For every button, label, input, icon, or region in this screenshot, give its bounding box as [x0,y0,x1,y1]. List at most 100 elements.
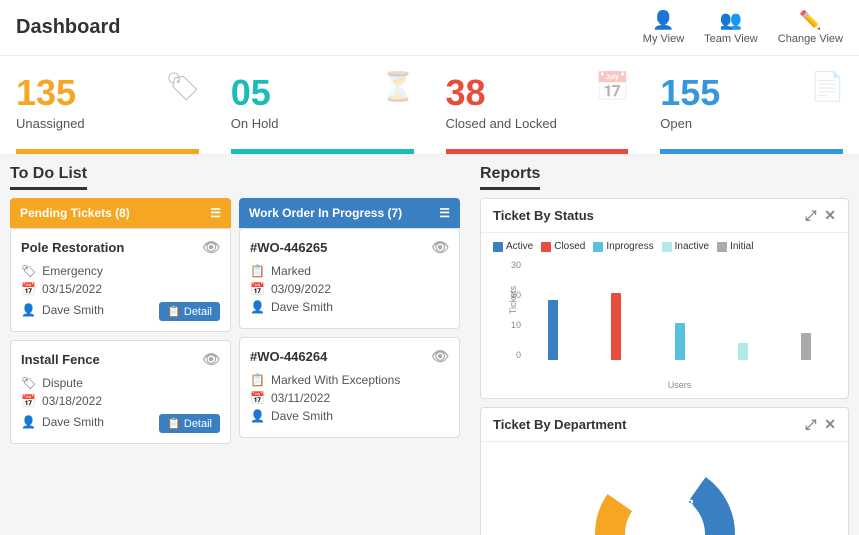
hourglass-icon: ⏳ [381,70,416,103]
bar-group-4 [713,343,772,360]
bar-inactive-4 [738,343,748,360]
donut-label-2: 2 [633,506,641,522]
bar-group-1 [523,300,582,360]
open-bar [660,149,843,154]
stat-on-hold: ⏳ 05 On Hold [215,56,430,154]
detail-button-1[interactable]: 📋 Detail [159,302,220,321]
bar-chart-container: 30 20 10 0 Tickets [493,260,836,390]
wo-date-1: 📅 03/09/2022 [250,282,449,296]
reports-panel: Reports Ticket By Status ⤢ ✕ Active [470,155,859,535]
chart-dept-controls: ⤢ ✕ [805,416,836,433]
user-icon-1: 👤 [21,303,36,317]
ticket-type-2: 🏷 Dispute [21,376,220,390]
bar-group-5 [777,333,836,360]
chart-status-controls: ⤢ ✕ [805,207,836,224]
bar-chart-area: 30 20 10 0 Tickets [493,260,836,380]
main-content: To Do List Pending Tickets (8) ☰ Pole Re… [0,155,859,535]
wo-status-1: 📋 Marked [250,264,449,278]
tag-icon-1: 🏷 [21,264,36,278]
chart-status-header: Ticket By Status ⤢ ✕ [481,199,848,233]
wo-assignee-2: 👤 Dave Smith [250,409,449,423]
list-icon-1: 📋 [250,264,265,278]
expand-icon-dept[interactable]: ⤢ [805,416,816,433]
chart-dept-header: Ticket By Department ⤢ ✕ [481,408,848,442]
legend-active: Active [493,241,533,252]
unassigned-bar [16,149,199,154]
cal-icon-wo-1: 📅 [250,282,265,296]
legend-closed: Closed [541,241,585,252]
donut-label-3: 3 [686,496,694,512]
ticket-by-status-card: Ticket By Status ⤢ ✕ Active Closed [480,198,849,399]
chart-dept-body: 2 3 [481,442,848,535]
bars [523,260,836,360]
cal-icon-wo-2: 📅 [250,391,265,405]
wo-status-2: 📋 Marked With Exceptions [250,373,449,387]
detail-icon-2: 📋 [167,417,181,430]
page-title: Dashboard [16,16,120,39]
detail-icon-1: 📋 [167,305,181,318]
stat-unassigned: 🏷 135 Unassigned [0,56,215,154]
on-hold-bar [231,149,414,154]
list-icon-2: 📋 [250,373,265,387]
eye-icon-2[interactable]: 👁 [202,351,220,368]
cal-icon-2: 📅 [21,394,36,408]
work-header-label: Work Order In Progress (7) [249,206,402,220]
eye-icon-wo-1[interactable]: 👁 [431,239,449,256]
todo-title: To Do List [10,165,87,190]
ticket-date-1: 📅 03/15/2022 [21,282,220,296]
wo-id-1: #WO-446265 👁 [250,239,449,256]
team-view-button[interactable]: 👥 Team View [704,10,758,45]
closed-bar [446,149,629,154]
team-view-icon: 👥 [720,10,742,31]
stats-row: 🏷 135 Unassigned ⏳ 05 On Hold 📅 38 Close… [0,56,859,155]
donut-svg: 2 3 [585,454,745,535]
eye-icon-wo-2[interactable]: 👁 [431,348,449,365]
expand-icon[interactable]: ⤢ [805,207,816,224]
header: Dashboard 👤 My View 👥 Team View ✏️ Chang… [0,0,859,56]
bar-inprogress-3 [675,323,685,360]
donut-chart: 2 3 [493,450,836,535]
ticket-footer-1: 👤 Dave Smith 📋 Detail [21,302,220,321]
calendar-icon: 📅 [595,70,630,103]
change-view-button[interactable]: ✏️ Change View [778,10,843,45]
team-view-label: Team View [704,33,758,45]
header-actions: 👤 My View 👥 Team View ✏️ Change View [643,10,843,45]
y-axis-label: Tickets [508,286,518,314]
pending-column: Pending Tickets (8) ☰ Pole Restoration 👁… [10,198,231,518]
user-icon-2: 👤 [21,415,36,429]
tag-icon: 🏷 [165,70,201,103]
eye-icon-1[interactable]: 👁 [202,239,220,256]
ticket-title-1: Pole Restoration 👁 [21,239,220,256]
close-icon[interactable]: ✕ [824,207,836,224]
ticket-title-2: Install Fence 👁 [21,351,220,368]
wo-date-2: 📅 03/11/2022 [250,391,449,405]
bar-active-1 [548,300,558,360]
todo-columns: Pending Tickets (8) ☰ Pole Restoration 👁… [10,198,460,518]
user-icon-wo-2: 👤 [250,409,265,423]
bar-initial-5 [801,333,811,360]
bar-group-3 [650,323,709,360]
my-view-icon: 👤 [652,10,674,31]
user-icon-wo-1: 👤 [250,300,265,314]
filter-icon: ☰ [210,206,221,220]
bar-group-2 [586,293,645,360]
pending-header: Pending Tickets (8) ☰ [10,198,231,228]
change-view-icon: ✏️ [799,10,821,31]
reports-title: Reports [480,165,540,190]
chart-dept-title: Ticket By Department [493,417,626,432]
pending-ticket-2: Install Fence 👁 🏷 Dispute 📅 03/18/2022 👤 [10,340,231,444]
my-view-label: My View [643,33,684,45]
legend-inprogress: Inprogress [593,241,653,252]
todo-panel: To Do List Pending Tickets (8) ☰ Pole Re… [0,155,470,535]
close-icon-dept[interactable]: ✕ [824,416,836,433]
bar-closed-2 [611,293,621,360]
ticket-assignee-2: 👤 Dave Smith [21,415,104,429]
open-label: Open [660,116,843,141]
detail-button-2[interactable]: 📋 Detail [159,414,220,433]
wo-id-2: #WO-446264 👁 [250,348,449,365]
chart-legend: Active Closed Inprogress Inactive [493,241,836,252]
work-ticket-1: #WO-446265 👁 📋 Marked 📅 03/09/2022 👤 Dav… [239,228,460,329]
my-view-button[interactable]: 👤 My View [643,10,684,45]
chart-status-body: Active Closed Inprogress Inactive [481,233,848,398]
ticket-assignee-1: 👤 Dave Smith [21,303,104,317]
